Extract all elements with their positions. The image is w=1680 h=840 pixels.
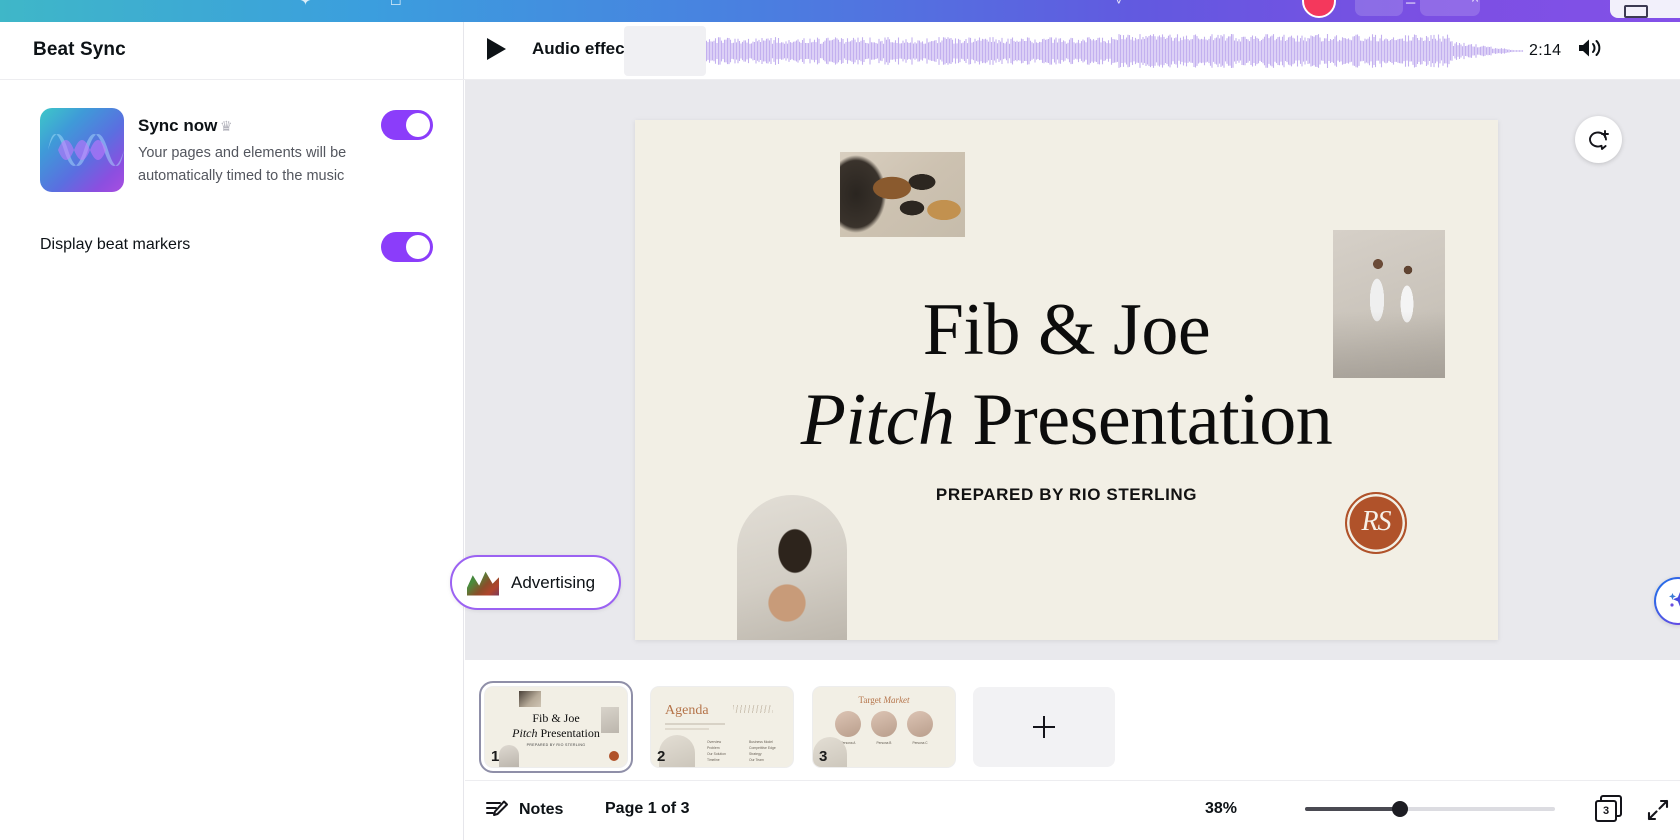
slide-canvas-area: Fib & Joe Pitch Presentation PREPARED BY…	[450, 80, 1680, 660]
logo-monogram: RS	[1361, 506, 1391, 537]
notes-icon	[486, 800, 508, 816]
thumbnail-number: 2	[657, 748, 666, 765]
thumb3-avatar	[907, 711, 933, 737]
beat-markers-row: Display beat markers	[0, 227, 464, 269]
play-icon[interactable]	[487, 38, 506, 60]
caret-up-icon: ^	[1472, 0, 1479, 9]
thumb2-line-2	[665, 728, 709, 730]
thumb2-script-accent	[733, 705, 773, 713]
thumb1-image-sunglasses	[519, 691, 541, 707]
thumb2-column-right: Business Model Competitive Edge Strategy…	[749, 739, 776, 763]
page-thumbnail-strip: Fib & Joe Pitch Presentation PREPARED BY…	[465, 660, 1680, 780]
sync-now-description: Your pages and elements will be automati…	[138, 145, 347, 184]
page-title: Beat Sync	[33, 39, 126, 60]
page-indicator[interactable]: Page 1 of 3	[605, 800, 689, 818]
image-sunglasses-on-sand[interactable]	[840, 152, 965, 237]
zoom-slider[interactable]	[1305, 801, 1555, 817]
thumb2-item: Timeline	[707, 758, 720, 762]
laptop-icon[interactable]: ☐	[390, 0, 402, 7]
zoom-slider-fill	[1305, 807, 1400, 811]
brand-tag-label: Advertising	[511, 572, 596, 592]
beat-sync-panel: Beat Sync Sync now ♛ Your pages and elem…	[0, 22, 464, 840]
notes-label: Notes	[519, 801, 564, 818]
minimize-button[interactable]	[1355, 0, 1403, 16]
thumb2-title: Agenda	[665, 703, 709, 718]
add-comment-icon[interactable]	[1575, 116, 1622, 163]
thumb1-subtitle: PREPARED BY RIO STERLING	[526, 743, 586, 747]
thumb3-caption: Persona B	[876, 741, 892, 745]
thumbnail-page-3[interactable]: Target Market Persona A Persona B Person…	[813, 687, 955, 767]
panel-header: Beat Sync	[0, 22, 464, 80]
volume-icon[interactable]	[1576, 36, 1602, 65]
audio-wave-thumbnail	[40, 108, 124, 192]
beat-markers-toggle[interactable]	[381, 232, 433, 262]
grid-pages-icon[interactable]: 3	[1595, 795, 1627, 825]
slide-title[interactable]: Fib & Joe Pitch Presentation	[635, 285, 1498, 465]
slide-title-line1: Fib & Joe	[922, 289, 1211, 371]
thumb1-logo	[609, 751, 619, 761]
sync-now-row: Sync now ♛ Your pages and elements will …	[0, 108, 464, 204]
app-root: ✦ ☐ ˅ ─ ^ Beat Sync Sync now ♛ Your page…	[0, 0, 1680, 840]
audio-duration: 2:14	[1529, 42, 1562, 59]
thumb2-item: Our Team	[749, 758, 764, 762]
thumb1-title-italic: Pitch	[512, 726, 538, 740]
thumb3-caption: Persona C	[912, 741, 928, 745]
slide-title-rest: Presentation	[972, 379, 1333, 461]
thumb1-image-woman	[499, 745, 519, 767]
slide-logo-badge[interactable]: RS	[1345, 492, 1407, 554]
zoom-slider-knob[interactable]	[1392, 801, 1408, 817]
record-button[interactable]	[1302, 0, 1336, 18]
sync-now-toggle[interactable]	[381, 110, 433, 140]
crown-icon: ♛	[220, 118, 233, 134]
bottom-toolbar: Notes Page 1 of 3 38% 3	[465, 780, 1680, 840]
magic-sparkle-icon[interactable]	[1654, 577, 1680, 625]
pages-count: 3	[1602, 805, 1610, 817]
add-page-button[interactable]	[973, 687, 1115, 767]
audio-waveform[interactable]	[623, 26, 1524, 76]
zoom-level-label: 38%	[1205, 800, 1238, 817]
thumb1-title: Fib & Joe Pitch Presentation	[485, 711, 627, 741]
waveform-selection[interactable]	[624, 26, 706, 76]
thumbnail-page-1[interactable]: Fib & Joe Pitch Presentation PREPARED BY…	[479, 681, 633, 773]
minimize-icon: ─	[1406, 0, 1416, 10]
beat-markers-label: Display beat markers	[40, 236, 191, 253]
thumb3-avatar	[835, 711, 861, 737]
audio-toolbar: Audio effects 2:14	[464, 22, 1680, 80]
thumb2-line-1	[665, 723, 725, 725]
image-woman-with-sunglasses[interactable]	[737, 495, 847, 640]
thumbnail-number: 3	[819, 748, 828, 765]
thumbnail-page-2[interactable]: Agenda Overview Problem Our Solution Tim…	[651, 687, 793, 767]
thumb1-title-line1: Fib & Joe	[532, 711, 580, 725]
fullscreen-icon[interactable]	[1645, 797, 1671, 828]
caret-up-button[interactable]	[1420, 0, 1480, 16]
thumb3-title-plain: Target	[858, 695, 882, 705]
present-button[interactable]	[1610, 0, 1680, 18]
brand-tag-advertising[interactable]: Advertising	[450, 555, 622, 610]
thumb1-title-rest: Presentation	[540, 726, 600, 740]
thumb3-title-italic: Market	[883, 695, 910, 705]
cursor-icon[interactable]: ✦	[300, 0, 311, 7]
brand-kit-icon	[467, 571, 499, 596]
thumbnail-number: 1	[491, 748, 500, 765]
slide-canvas[interactable]: Fib & Joe Pitch Presentation PREPARED BY…	[635, 120, 1498, 640]
slide-title-italic: Pitch	[800, 379, 955, 461]
notes-button[interactable]: Notes	[485, 793, 563, 827]
pages-front-card: 3	[1595, 800, 1617, 822]
thumb3-title: Target Market	[813, 695, 955, 705]
app-chrome-strip: ✦ ☐ ˅ ─ ^	[0, 0, 1680, 22]
thumb2-column-left: Overview Problem Our Solution Timeline	[707, 739, 726, 763]
sync-now-label: Sync now	[138, 116, 218, 135]
chevron-icon[interactable]: ˅	[1115, 0, 1123, 7]
thumb3-avatar	[871, 711, 897, 737]
